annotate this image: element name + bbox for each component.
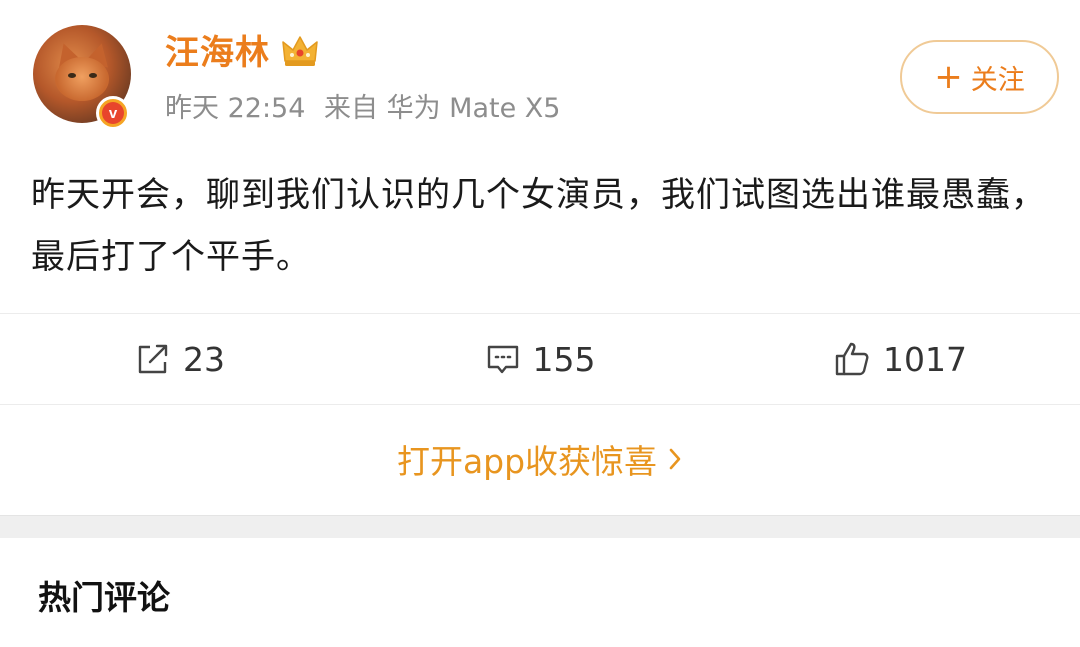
action-bar: 23 155 1017 (0, 314, 1080, 404)
like-count: 1017 (883, 339, 967, 379)
post-meta: 昨天 22:54 来自 华为 Mate X5 (165, 89, 570, 129)
user-name[interactable]: 汪海林 (165, 30, 270, 76)
cat-face (55, 57, 109, 101)
comment-button[interactable]: 155 (360, 340, 720, 379)
plus-icon: + (934, 57, 963, 97)
comment-icon (487, 345, 518, 374)
chevron-right-icon (669, 448, 681, 470)
section-separator (0, 515, 1080, 538)
crown-icon (282, 36, 318, 66)
cat-eye-right (89, 73, 97, 78)
follow-button[interactable]: + 关注 (900, 40, 1059, 114)
like-button[interactable]: 1017 (720, 340, 1080, 379)
repost-button[interactable]: 23 (0, 340, 360, 379)
post-source: 来自 华为 Mate X5 (324, 93, 561, 124)
cat-eye-left (68, 73, 76, 78)
verified-badge-icon: v (96, 96, 130, 130)
post-text: 昨天开会，聊到我们认识的几个女演员，我们试图选出谁最愚蠢，最后打了个平手。 (31, 175, 1046, 277)
thumbs-up-icon (835, 342, 869, 376)
post-time: 昨天 22:54 (165, 93, 306, 124)
repost-count: 23 (183, 339, 225, 379)
open-app-label: 打开app收获惊喜 (396, 442, 658, 481)
verified-badge-letter: v (102, 102, 124, 124)
comment-count: 155 (532, 339, 596, 379)
weibo-post-page: v 汪海林 昨天 22:54 来自 华为 Mate X5 + 关注 昨天开会，聊… (0, 0, 1080, 647)
hot-comments-title: 热门评论 (38, 578, 170, 617)
follow-label: 关注 (970, 64, 1025, 96)
repost-icon (138, 344, 168, 374)
open-app-link[interactable]: 打开app收获惊喜 (0, 404, 1080, 514)
